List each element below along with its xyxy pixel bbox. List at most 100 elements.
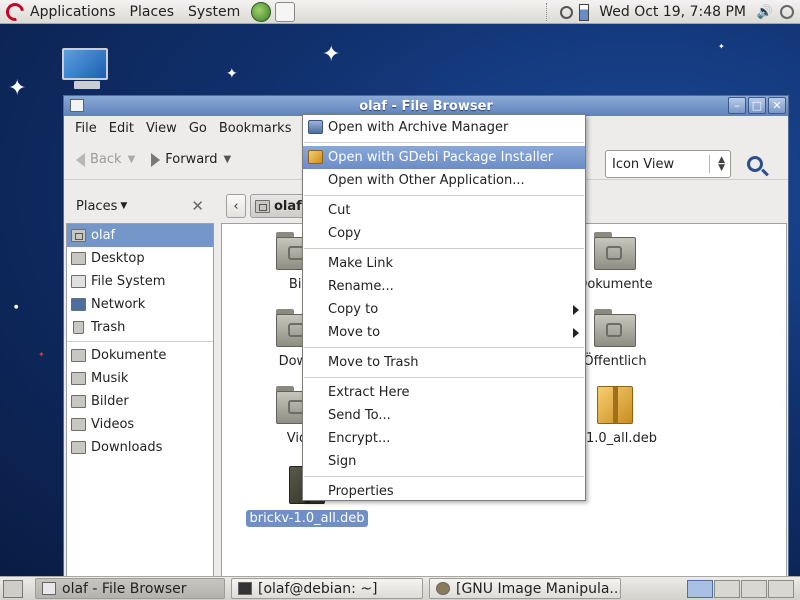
sidebar-item-network[interactable]: Network (67, 293, 213, 316)
top-panel: Applications Places System Wed Oct 19, 7… (0, 0, 800, 25)
panel-handle (546, 3, 548, 21)
menu-item-sign[interactable]: Sign (303, 450, 585, 473)
search-button[interactable] (742, 152, 768, 176)
sidebar-item-trash[interactable]: Trash (67, 316, 213, 339)
menu-bookmarks[interactable]: Bookmarks (213, 121, 298, 136)
mail-launcher-icon[interactable] (275, 1, 296, 22)
videos-folder-icon (71, 418, 86, 431)
sidebar-item-bilder[interactable]: Bilder (67, 390, 213, 413)
menu-item-cut[interactable]: Cut (303, 199, 585, 222)
sidebar-separator (67, 341, 213, 342)
back-history-chevron-icon[interactable]: ▼ (128, 154, 136, 165)
battery-icon[interactable] (579, 3, 590, 21)
system-menu[interactable]: System (181, 0, 247, 24)
taskbar-item-gimp[interactable]: [GNU Image Manipula... (429, 578, 621, 599)
minimize-button[interactable]: – (728, 97, 746, 114)
window-titlebar[interactable]: olaf - File Browser – □ ✕ (64, 96, 788, 116)
menu-item-open-archive-manager[interactable]: Open with Archive Manager (303, 116, 585, 139)
sidebar-item-label: Bilder (91, 394, 129, 409)
menu-item-send-to[interactable]: Send To... (303, 404, 585, 427)
menu-item-open-other[interactable]: Open with Other Application... (303, 169, 585, 192)
sidebar-places: olaf Desktop File System Network Trash D… (66, 223, 214, 578)
sidebar-item-label: Desktop (91, 251, 145, 266)
menu-edit[interactable]: Edit (103, 121, 140, 136)
menu-go[interactable]: Go (183, 121, 213, 136)
menu-separator (304, 347, 584, 348)
menu-item-make-link[interactable]: Make Link (303, 252, 585, 275)
menu-item-properties[interactable]: Properties (303, 480, 585, 503)
menu-item-rename[interactable]: Rename... (303, 275, 585, 298)
path-bar: ‹ olaf (226, 191, 309, 221)
workspace-2[interactable] (714, 580, 740, 598)
desktop-computer-icon[interactable] (62, 48, 112, 94)
web-browser-launcher-icon[interactable] (251, 1, 272, 22)
menu-view[interactable]: View (140, 121, 183, 136)
workspace-3[interactable] (741, 580, 767, 598)
pictures-folder-icon (71, 395, 86, 408)
workspace-4[interactable] (768, 580, 794, 598)
applications-menu[interactable]: Applications (0, 0, 123, 25)
close-button[interactable]: ✕ (768, 97, 786, 114)
submenu-arrow-icon (573, 305, 579, 315)
menu-item-label: Make Link (328, 256, 393, 271)
sidebar-item-file-system[interactable]: File System (67, 270, 213, 293)
menu-item-extract-here[interactable]: Extract Here (303, 381, 585, 404)
menu-item-label: Properties (328, 484, 394, 499)
taskbar-item-file-browser[interactable]: olaf - File Browser (35, 578, 225, 599)
context-menu: Open with Archive Manager Open with GDeb… (302, 114, 586, 501)
power-icon[interactable] (780, 5, 794, 19)
taskbar-item-terminal[interactable]: [olaf@debian: ~] (231, 578, 423, 599)
back-button[interactable]: Back (70, 145, 128, 175)
menu-item-label: Open with GDebi Package Installer (328, 150, 554, 165)
sidebar-item-dokumente[interactable]: Dokumente (67, 344, 213, 367)
menu-item-label: Move to (328, 325, 381, 340)
menu-item-copy[interactable]: Copy (303, 222, 585, 245)
forward-button[interactable]: Forward (145, 145, 223, 175)
clock[interactable]: Wed Oct 19, 7:48 PM (595, 4, 750, 20)
menu-item-copy-to[interactable]: Copy to (303, 298, 585, 321)
close-sidebar-icon[interactable]: ✕ (191, 197, 204, 215)
sidebar-item-musik[interactable]: Musik (67, 367, 213, 390)
network-icon (71, 298, 86, 311)
search-icon (747, 156, 763, 172)
window-menu-icon[interactable] (70, 99, 84, 112)
volume-icon[interactable]: 🔊 (756, 3, 774, 21)
menu-item-label: Cut (328, 203, 351, 218)
path-scroll-left-button[interactable]: ‹ (226, 194, 246, 218)
view-mode-select[interactable]: Icon View ▲ ▼ (605, 150, 731, 178)
file-label: Öffentlich (583, 354, 647, 369)
debian-logo-icon (2, 0, 28, 25)
show-desktop-icon[interactable] (3, 579, 23, 598)
menu-item-move-to[interactable]: Move to (303, 321, 585, 344)
menu-separator (304, 476, 584, 477)
music-folder-icon (71, 372, 86, 385)
star-decoration: ✦ (226, 66, 238, 82)
menu-item-label: Copy to (328, 302, 379, 317)
submenu-arrow-icon (573, 328, 579, 338)
star-decoration: ● (14, 304, 19, 310)
sidebar-item-downloads[interactable]: Downloads (67, 436, 213, 459)
search-tray-icon[interactable] (560, 5, 574, 19)
trash-icon (73, 321, 84, 334)
sidebar-item-label: Downloads (91, 440, 163, 455)
places-menu[interactable]: Places (123, 0, 182, 24)
window-title: olaf - File Browser (359, 98, 493, 114)
menu-file[interactable]: File (69, 121, 103, 136)
menu-item-label: Send To... (328, 408, 391, 423)
menu-item-encrypt[interactable]: Encrypt... (303, 427, 585, 450)
maximize-button[interactable]: □ (748, 97, 766, 114)
sidebar-item-desktop[interactable]: Desktop (67, 247, 213, 270)
sidebar-item-olaf[interactable]: olaf (67, 224, 213, 247)
menu-item-label: Encrypt... (328, 431, 391, 446)
documents-folder-icon (594, 232, 636, 270)
public-folder-icon (594, 309, 636, 347)
folder-icon (71, 349, 86, 362)
forward-history-chevron-icon[interactable]: ▼ (224, 154, 232, 165)
sidebar-header[interactable]: Places ▼ ✕ (64, 191, 214, 221)
path-button-olaf[interactable]: olaf (250, 194, 309, 218)
workspace-1[interactable] (687, 580, 713, 598)
menu-item-open-gdebi[interactable]: Open with GDebi Package Installer (303, 146, 585, 169)
menu-item-move-to-trash[interactable]: Move to Trash (303, 351, 585, 374)
sidebar-item-videos[interactable]: Videos (67, 413, 213, 436)
downloads-folder-icon (71, 441, 86, 454)
